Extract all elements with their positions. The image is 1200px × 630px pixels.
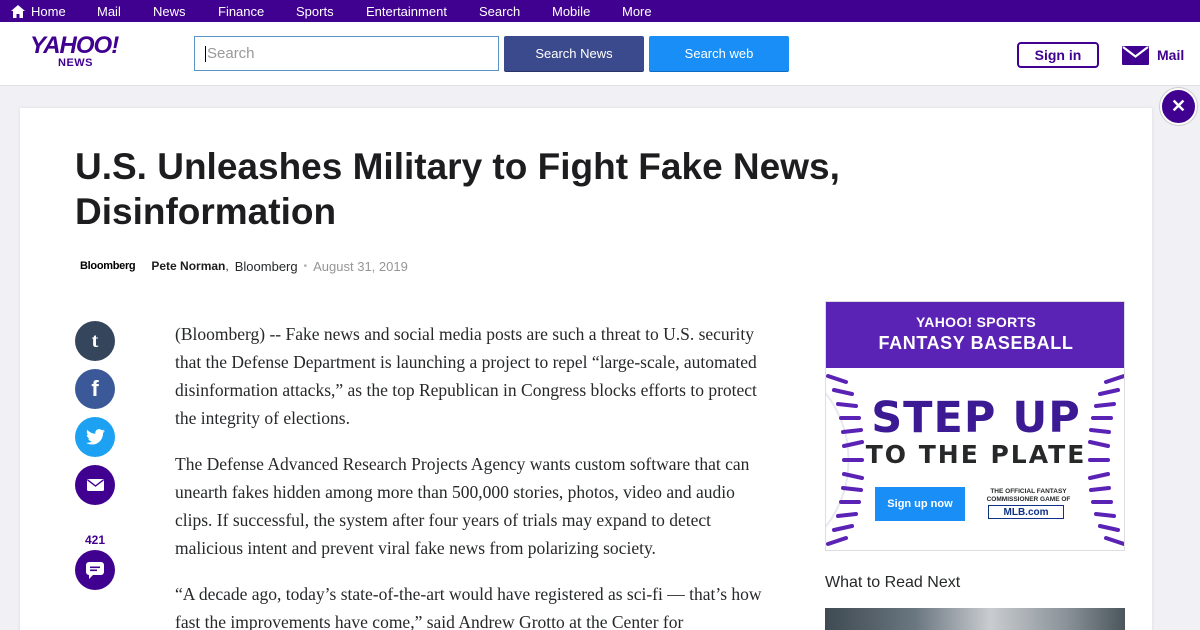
what-to-read-next-heading: What to Read Next	[825, 574, 961, 591]
envelope-icon	[86, 479, 104, 491]
nav-mobile[interactable]: Mobile	[552, 0, 590, 22]
author-name[interactable]: Pete Norman	[151, 259, 225, 273]
home-icon	[11, 4, 25, 18]
search-news-button[interactable]: Search News	[504, 36, 644, 71]
tumblr-icon: t	[91, 329, 99, 352]
close-icon: ✕	[1170, 96, 1187, 116]
yahoo-news-logo[interactable]: YAHOO! NEWS	[30, 32, 125, 71]
share-tumblr-button[interactable]: t	[75, 321, 115, 361]
ad-headline: STEP UP	[871, 393, 1081, 443]
nav-more[interactable]: More	[622, 0, 652, 22]
nav-entertainment[interactable]: Entertainment	[366, 0, 447, 22]
top-nav-bar: Home Mail News Finance Sports Entertainm…	[0, 0, 1200, 22]
paragraph: (Bloomberg) -- Fake news and social medi…	[175, 324, 757, 428]
share-twitter-button[interactable]	[75, 417, 115, 457]
paragraph: The Defense Advanced Research Projects A…	[175, 454, 750, 558]
byline-separator: ,	[225, 259, 229, 273]
nav-finance[interactable]: Finance	[218, 0, 264, 22]
logo-subtitle: NEWS	[58, 57, 93, 69]
mail-icon	[1122, 45, 1149, 65]
ad-fine-print: THE OFFICIAL FANTASY COMMISSIONER GAME O…	[986, 488, 1071, 503]
text-caret	[205, 45, 206, 62]
article-body: (Bloomberg) -- Fake news and social medi…	[175, 320, 765, 630]
twitter-icon	[85, 429, 105, 445]
ad-subheadline: TO THE PLATE	[865, 440, 1087, 469]
paragraph: “A decade ago, today’s state-of-the-art …	[175, 584, 762, 630]
mail-link[interactable]: Mail	[1122, 44, 1184, 66]
facebook-icon: f	[91, 376, 99, 401]
comment-bubble-icon	[86, 561, 104, 579]
comments-button[interactable]	[75, 550, 115, 590]
ad-signup-button[interactable]: Sign up now	[875, 487, 965, 521]
read-next-thumbnail[interactable]	[825, 608, 1125, 630]
fantasy-baseball-ad[interactable]: YAHOO! SPORTS FANTASY BASEBALL STEP UP T…	[825, 301, 1125, 551]
nav-home-label: Home	[31, 3, 66, 19]
close-button[interactable]: ✕	[1160, 88, 1197, 125]
byline: Bloomberg Pete Norman , Bloomberg • Augu…	[80, 256, 408, 276]
byline-dot: •	[303, 260, 308, 272]
source-name: Bloomberg	[234, 258, 298, 274]
nav-news[interactable]: News	[153, 0, 186, 22]
mail-label: Mail	[1157, 47, 1185, 63]
nav-sports[interactable]: Sports	[296, 0, 334, 22]
publish-date: August 31, 2019	[313, 258, 408, 274]
nav-search[interactable]: Search	[479, 0, 520, 22]
mlb-logo: MLB.com	[988, 505, 1064, 519]
search-web-button[interactable]: Search web	[649, 36, 789, 71]
provider-logo[interactable]: Bloomberg	[80, 260, 136, 272]
comment-count: 421	[84, 533, 106, 547]
share-facebook-button[interactable]: f	[75, 369, 115, 409]
sign-in-button[interactable]: Sign in	[1017, 42, 1099, 68]
share-email-button[interactable]	[75, 465, 115, 505]
search-input[interactable]: Search	[194, 36, 499, 71]
logo-wordmark: YAHOO!	[30, 32, 119, 59]
ad-product: FANTASY BASEBALL	[878, 333, 1074, 353]
nav-mail[interactable]: Mail	[97, 0, 121, 22]
ad-header: YAHOO! SPORTS FANTASY BASEBALL	[826, 302, 1124, 368]
search-placeholder: Search	[207, 45, 255, 62]
nav-home[interactable]: Home	[11, 0, 66, 22]
article-title: U.S. Unleashes Military to Fight Fake Ne…	[75, 146, 840, 232]
ad-brand: YAHOO! SPORTS	[915, 314, 1037, 330]
site-header: YAHOO! NEWS Search Search News Search we…	[0, 22, 1200, 86]
